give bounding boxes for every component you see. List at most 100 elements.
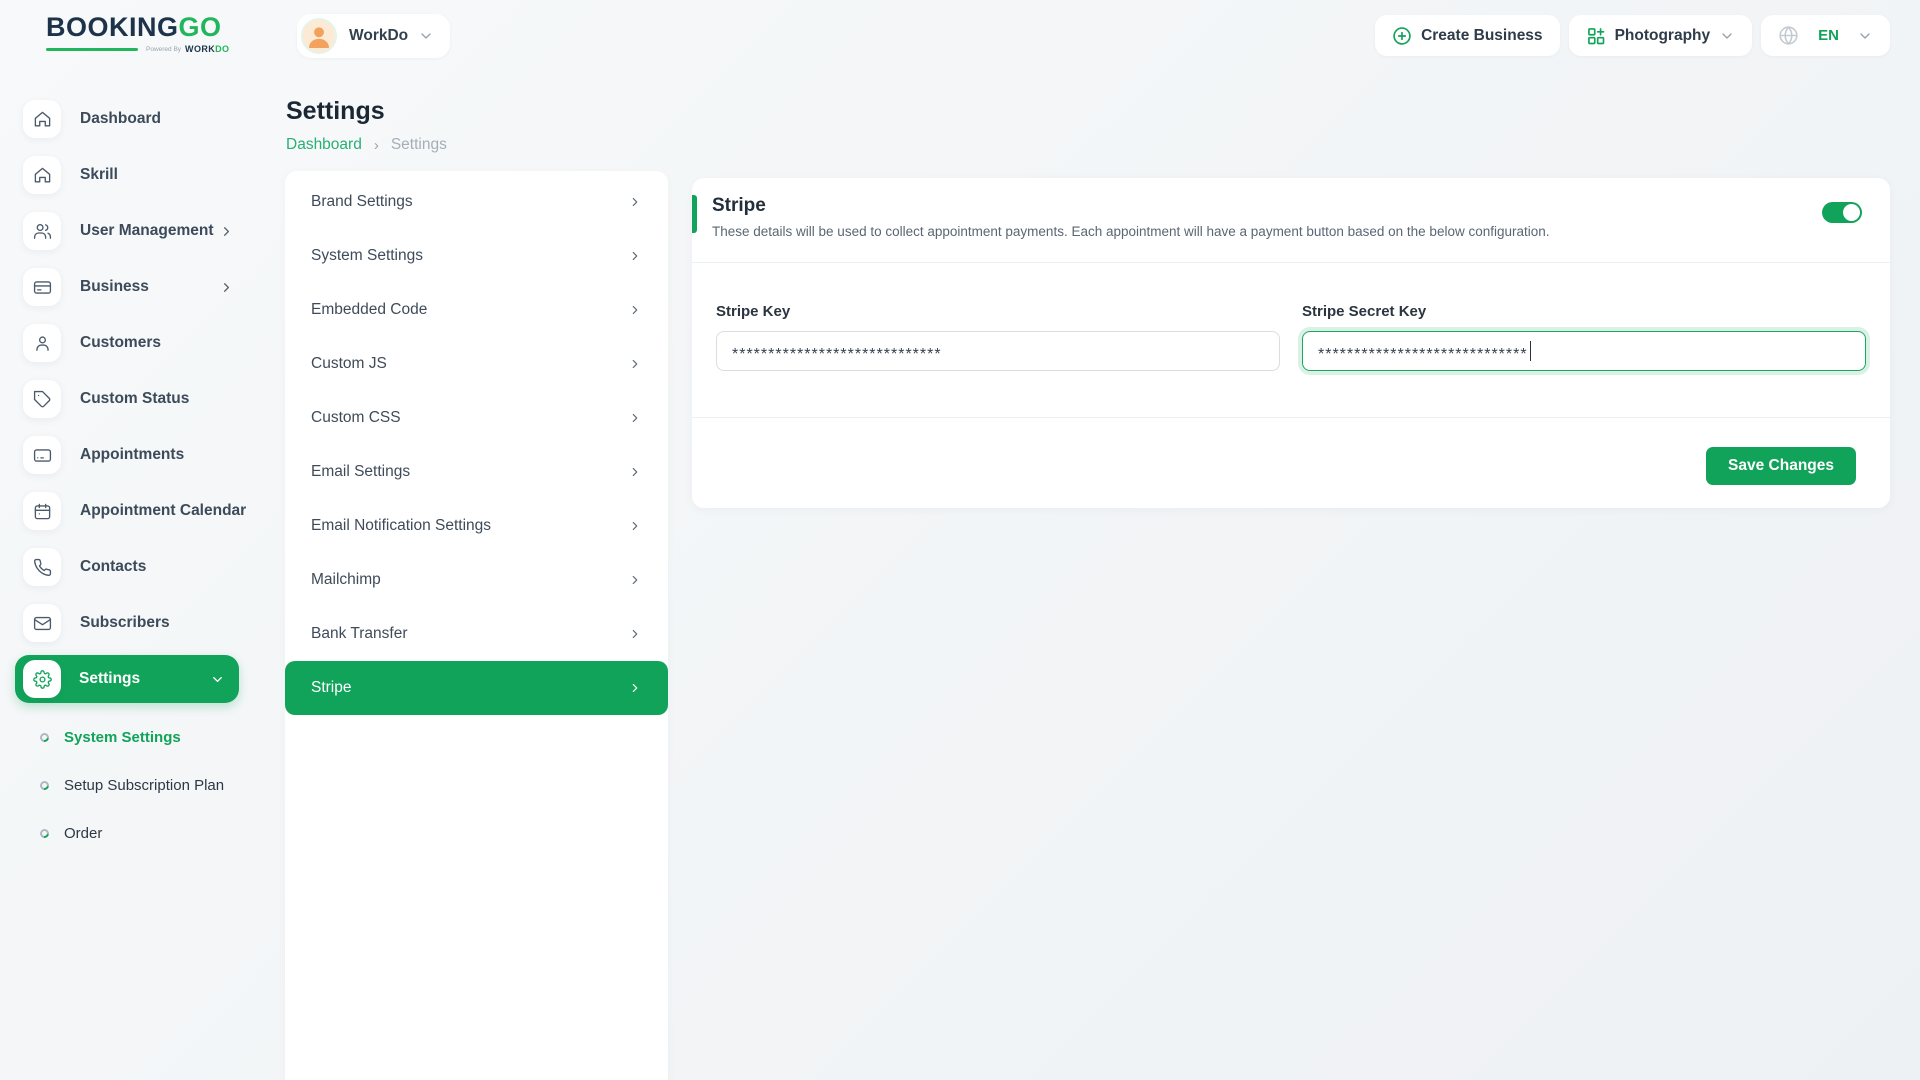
chevron-right-icon [628, 627, 642, 641]
powered-brand: WORKDO [185, 44, 229, 54]
text-cursor [1530, 341, 1532, 361]
sidebar-item-customers[interactable]: Customers [0, 315, 284, 371]
home-icon [23, 156, 61, 194]
header-actions: Create Business Photography EN [1375, 15, 1890, 56]
workspace-name: WorkDo [349, 27, 408, 45]
phone-icon [23, 548, 61, 586]
stripe-enabled-toggle[interactable] [1822, 202, 1862, 223]
credit-card-icon [23, 436, 61, 474]
sidebar-item-appointments[interactable]: Appointments [0, 427, 284, 483]
calendar-icon [23, 492, 61, 530]
sidebar-item-skrill[interactable]: Skrill [0, 147, 284, 203]
gear-icon [23, 660, 61, 698]
settings-menu-mailchimp[interactable]: Mailchimp [285, 553, 668, 607]
sidebar-subitem-setup-subscription-plan[interactable]: Setup Subscription Plan [0, 761, 284, 809]
chevron-down-icon [418, 28, 434, 44]
stripe-secret-key-value: ***************************** [1318, 346, 1528, 364]
stripe-settings-card: Stripe These details will be used to col… [692, 178, 1890, 508]
chevron-down-icon [210, 672, 225, 687]
create-business-label: Create Business [1421, 27, 1542, 45]
stripe-card-header: Stripe These details will be used to col… [692, 178, 1890, 263]
sidebar-item-custom-status[interactable]: Custom Status [0, 371, 284, 427]
settings-menu-bank-transfer[interactable]: Bank Transfer [285, 607, 668, 661]
settings-menu-stripe[interactable]: Stripe [285, 661, 668, 715]
sidebar-subitem-system-settings[interactable]: System Settings [0, 713, 284, 761]
chevron-down-icon [1857, 28, 1873, 44]
chevron-right-icon [219, 280, 234, 295]
breadcrumb-separator: › [374, 137, 379, 154]
chevron-right-icon [628, 357, 642, 371]
chevron-right-icon [628, 465, 642, 479]
sidebar-item-settings[interactable]: Settings [15, 655, 239, 703]
stripe-key-value: ***************************** [732, 346, 942, 364]
chevron-right-icon [219, 224, 234, 239]
globe-icon [1778, 25, 1799, 46]
top-header: BOOKINGGO Powered By WORKDO WorkDo Creat… [0, 0, 1920, 71]
chevron-right-icon [628, 681, 642, 695]
bullet-icon [38, 731, 51, 744]
tag-icon [23, 380, 61, 418]
page-head: Settings Dashboard › Settings [286, 97, 447, 154]
settings-sub-menu: System Settings Setup Subscription Plan … [0, 713, 284, 857]
stripe-secret-key-input[interactable]: ***************************** [1302, 331, 1866, 371]
settings-menu-system-settings[interactable]: System Settings [285, 229, 668, 283]
users-icon [23, 212, 61, 250]
chevron-down-icon [1719, 28, 1735, 44]
sidebar-item-dashboard[interactable]: Dashboard [0, 91, 284, 147]
chevron-right-icon [628, 411, 642, 425]
stripe-card-footer: Save Changes [692, 418, 1890, 508]
settings-menu-email-notification-settings[interactable]: Email Notification Settings [285, 499, 668, 553]
bullet-icon [38, 779, 51, 792]
stripe-card-title: Stripe [712, 195, 1862, 217]
breadcrumb: Dashboard › Settings [286, 136, 447, 154]
settings-menu-custom-css[interactable]: Custom CSS [285, 391, 668, 445]
chevron-right-icon [628, 303, 642, 317]
chevron-right-icon [628, 519, 642, 533]
language-dropdown[interactable]: EN [1761, 15, 1890, 56]
sidebar-item-appointment-calendar[interactable]: Appointment Calendar [0, 483, 284, 539]
stripe-card-description: These details will be used to collect ap… [712, 224, 1862, 239]
business-type-dropdown[interactable]: Photography [1569, 15, 1753, 56]
settings-menu-brand-settings[interactable]: Brand Settings [285, 175, 668, 229]
logo-underline [46, 48, 138, 51]
breadcrumb-dashboard-link[interactable]: Dashboard [286, 136, 362, 154]
person-avatar-icon [303, 19, 335, 53]
breadcrumb-current: Settings [391, 136, 447, 154]
business-type-label: Photography [1615, 27, 1711, 45]
logo-subline: Powered By WORKDO [46, 44, 229, 54]
save-changes-button[interactable]: Save Changes [1706, 447, 1856, 485]
category-grid-icon [1586, 26, 1606, 46]
logo-text-accent: GO [179, 12, 222, 42]
sidebar-item-business[interactable]: Business [0, 259, 284, 315]
settings-menu-panel: Brand Settings System Settings Embedded … [285, 171, 668, 1080]
avatar [301, 18, 337, 54]
circle-plus-icon [1392, 26, 1412, 46]
page-title: Settings [286, 97, 447, 126]
app-logo[interactable]: BOOKINGGO Powered By WORKDO [46, 13, 229, 54]
stripe-key-input[interactable]: ***************************** [716, 331, 1280, 371]
settings-menu-email-settings[interactable]: Email Settings [285, 445, 668, 499]
sidebar-item-subscribers[interactable]: Subscribers [0, 595, 284, 651]
stripe-secret-key-label: Stripe Secret Key [1302, 303, 1866, 320]
logo-text-primary: BOOKING [46, 12, 179, 42]
person-icon [23, 324, 61, 362]
logo-text: BOOKINGGO [46, 13, 229, 41]
stripe-key-label: Stripe Key [716, 303, 1280, 320]
create-business-button[interactable]: Create Business [1375, 15, 1559, 56]
sidebar-nav: Dashboard Skrill User Management Busines… [0, 71, 284, 1080]
home-icon [23, 100, 61, 138]
credit-card-icon [23, 268, 61, 306]
sidebar-item-contacts[interactable]: Contacts [0, 539, 284, 595]
chevron-right-icon [628, 249, 642, 263]
sidebar-subitem-order[interactable]: Order [0, 809, 284, 857]
settings-menu-custom-js[interactable]: Custom JS [285, 337, 668, 391]
workspace-switcher[interactable]: WorkDo [297, 14, 450, 58]
chevron-right-icon [628, 573, 642, 587]
stripe-card-body: Stripe Key *****************************… [692, 263, 1890, 418]
language-label: EN [1818, 27, 1839, 44]
sidebar-item-user-management[interactable]: User Management [0, 203, 284, 259]
stripe-secret-key-field: Stripe Secret Key **********************… [1302, 303, 1866, 371]
settings-menu-embedded-code[interactable]: Embedded Code [285, 283, 668, 337]
powered-by-text: Powered By [146, 46, 181, 53]
bullet-icon [38, 827, 51, 840]
